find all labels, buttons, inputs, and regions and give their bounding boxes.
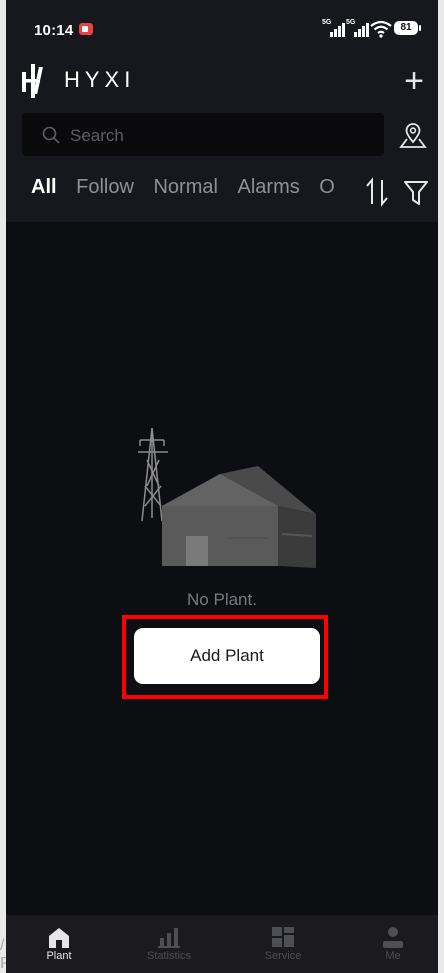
nav-label-statistics: Statistics bbox=[146, 950, 191, 962]
network-type-sim1: 5G bbox=[322, 19, 332, 26]
tab-all[interactable]: All bbox=[31, 176, 57, 199]
nav-label-me: Me bbox=[385, 950, 401, 962]
add-plant-button[interactable]: Add Plant bbox=[134, 628, 320, 684]
hyxi-logo-icon bbox=[22, 64, 43, 98]
app-screen: 10:14 5G 5G 81 HYXI + Search All Follow … bbox=[6, 0, 438, 973]
signal-icon-sim1: 5G bbox=[322, 19, 346, 37]
signal-icon-sim2: 5G bbox=[346, 19, 370, 37]
network-type-sim2: 5G bbox=[346, 19, 356, 26]
home-icon bbox=[49, 928, 69, 948]
nav-item-me[interactable]: Me bbox=[348, 921, 438, 973]
tab-normal[interactable]: Normal bbox=[153, 176, 217, 199]
search-icon bbox=[42, 126, 60, 144]
status-time: 10:14 bbox=[34, 22, 74, 39]
screen-record-icon bbox=[79, 23, 93, 35]
plant-filter-tabs: All Follow Normal Alarms O bbox=[31, 176, 353, 210]
tab-follow[interactable]: Follow bbox=[76, 176, 134, 199]
nav-label-plant: Plant bbox=[46, 950, 72, 962]
user-icon bbox=[383, 927, 403, 948]
brand-name: HYXI bbox=[64, 67, 136, 92]
wifi-icon bbox=[370, 20, 392, 38]
search-bar bbox=[22, 113, 384, 158]
tab-alarms[interactable]: Alarms bbox=[238, 176, 300, 199]
nav-item-statistics[interactable]: Statistics bbox=[124, 921, 214, 973]
nav-item-plant[interactable]: Plant bbox=[14, 921, 104, 973]
filter-icon[interactable] bbox=[402, 178, 430, 208]
battery-icon: 81 bbox=[394, 21, 421, 35]
bar-chart-icon bbox=[158, 928, 180, 948]
add-plant-plus-button[interactable]: + bbox=[396, 64, 432, 100]
bottom-navigation: Plant Statistics Service Me bbox=[6, 915, 438, 973]
status-bar: 10:14 5G 5G 81 bbox=[6, 0, 438, 56]
grid-icon bbox=[272, 927, 294, 947]
empty-plant-illustration bbox=[138, 427, 316, 568]
tab-offline[interactable]: O bbox=[319, 176, 335, 199]
nav-label-service: Service bbox=[264, 950, 302, 962]
nav-item-service[interactable]: Service bbox=[238, 921, 328, 973]
no-plant-message: No Plant. bbox=[187, 590, 257, 609]
search-input[interactable] bbox=[68, 113, 372, 158]
sort-icon[interactable] bbox=[362, 177, 392, 207]
map-location-icon[interactable] bbox=[398, 120, 428, 150]
